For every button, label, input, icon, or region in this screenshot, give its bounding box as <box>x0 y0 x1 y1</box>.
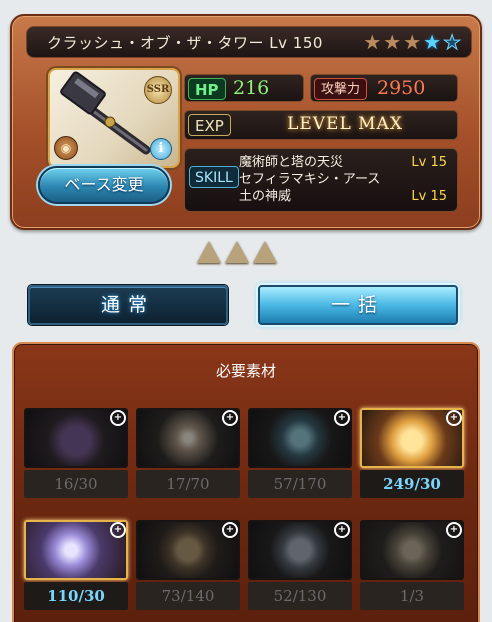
skill-box[interactable]: SKILL 魔術師と塔の天災 Lv 15 セフィラマキシ・アース 土の神威 Lv… <box>184 148 458 212</box>
normal-mode-button[interactable]: 通常 <box>28 285 228 325</box>
material-item[interactable]: + 17/70 <box>136 408 240 504</box>
skill-1-level: Lv 15 <box>411 155 447 170</box>
zoom-icon[interactable]: + <box>222 522 238 538</box>
uncap-indicator <box>197 241 277 263</box>
zoom-icon[interactable]: + <box>222 410 238 426</box>
materials-title: 必要素材 <box>215 362 276 380</box>
material-count: 249/30 <box>360 470 464 498</box>
material-item[interactable]: + 57/170 <box>248 408 352 504</box>
material-count: 73/140 <box>136 582 240 610</box>
ssr-badge: SSR <box>144 76 172 104</box>
hp-value: 216 <box>233 77 270 99</box>
material-count: 1/3 <box>360 582 464 610</box>
uncap-triangle-icon <box>225 241 249 263</box>
weapon-card: クラッシュ・オブ・ザ・タワー Lv 150 ★ ★ ★ ★ ★ SSR ◉ i … <box>10 14 482 230</box>
material-count: 17/70 <box>136 470 240 498</box>
bulk-mode-button[interactable]: 一括 <box>258 285 458 325</box>
earth-element-icon: ◉ <box>54 136 78 160</box>
material-item[interactable]: + 110/30 <box>24 520 128 616</box>
weapon-portrait[interactable]: SSR ◉ i <box>48 68 180 168</box>
material-item[interactable]: + 16/30 <box>24 408 128 504</box>
weapon-name: クラッシュ・オブ・ザ・タワー Lv 150 <box>47 34 323 52</box>
material-item[interactable]: + 73/140 <box>136 520 240 616</box>
material-count: 110/30 <box>24 582 128 610</box>
uncap-triangle-icon <box>197 241 221 263</box>
material-count: 16/30 <box>24 470 128 498</box>
skill-3-name: 土の神威 <box>239 189 292 204</box>
star-bronze-icon: ★ <box>363 30 382 54</box>
material-item[interactable]: + 249/30 <box>360 408 464 504</box>
skill-3-level: Lv 15 <box>411 189 447 204</box>
info-icon[interactable]: i <box>150 138 172 160</box>
star-rating: ★ ★ ★ ★ ★ <box>363 30 462 54</box>
skill-label: SKILL <box>189 166 239 188</box>
material-count: 57/170 <box>248 470 352 498</box>
zoom-icon[interactable]: + <box>334 410 350 426</box>
zoom-icon[interactable]: + <box>334 522 350 538</box>
base-change-button[interactable]: ベース変更 <box>38 166 170 204</box>
attack-row: 攻撃力 2950 <box>310 74 458 102</box>
materials-panel: 必要素材 + 16/30 + 17/70 + 57/170 + 249/30 +… <box>12 342 480 622</box>
material-count: 52/130 <box>248 582 352 610</box>
zoom-icon[interactable]: + <box>110 410 126 426</box>
hp-row: HP 216 <box>184 74 304 102</box>
hp-label: HP <box>188 78 226 100</box>
star-empty-icon: ★ <box>443 30 462 54</box>
exp-row: EXP LEVEL MAX <box>184 110 458 140</box>
star-blue-icon: ★ <box>423 30 442 54</box>
exp-label: EXP <box>188 114 231 136</box>
material-item[interactable]: + 1/3 <box>360 520 464 616</box>
level-max-text: LEVEL MAX <box>287 114 403 134</box>
zoom-icon[interactable]: + <box>446 410 462 426</box>
skill-2-name: セフィラマキシ・アース <box>239 172 381 187</box>
zoom-icon[interactable]: + <box>446 522 462 538</box>
weapon-header: クラッシュ・オブ・ザ・タワー Lv 150 ★ ★ ★ ★ ★ <box>26 26 472 58</box>
zoom-icon[interactable]: + <box>110 522 126 538</box>
material-item[interactable]: + 52/130 <box>248 520 352 616</box>
uncap-triangle-icon <box>253 241 277 263</box>
skill-1-name: 魔術師と塔の天災 <box>239 155 344 170</box>
star-bronze-icon: ★ <box>403 30 422 54</box>
attack-value: 2950 <box>377 77 426 99</box>
star-bronze-icon: ★ <box>383 30 402 54</box>
attack-label: 攻撃力 <box>314 78 368 100</box>
